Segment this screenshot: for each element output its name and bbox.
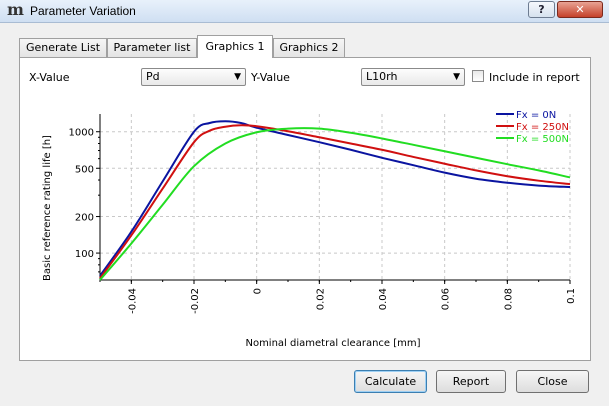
x-tick-label: 0.04 <box>378 288 389 310</box>
graphics-panel: X-Value Pd ▼ Y-Value L10rh ▼ Include in … <box>19 57 591 361</box>
legend-label: Fx = 500N <box>516 134 569 145</box>
title-bar: m Parameter Variation ? ✕ <box>0 0 609 23</box>
mesys-logo-icon: m <box>7 0 24 19</box>
x-tick-label: 0 <box>253 288 264 294</box>
close-window-button[interactable]: ✕ <box>557 1 603 18</box>
help-button[interactable]: ? <box>528 1 555 18</box>
tab-parameter-list[interactable]: Parameter list <box>107 38 197 57</box>
x-tick-label: 0.06 <box>441 288 452 310</box>
y-tick-label: 200 <box>75 213 94 224</box>
tab-graphics-1[interactable]: Graphics 1 <box>197 35 273 58</box>
x-tick-label: 0.1 <box>566 288 577 304</box>
report-button[interactable]: Report <box>436 370 506 393</box>
rating-life-chart: -0.04 -0.02 0 0.02 0.04 0.06 0.08 0.1 100 200 500 1… <box>42 110 577 349</box>
parameter-variation-window: m Parameter Variation ? ✕ Generate List … <box>0 0 609 406</box>
x-tick-label: 0.08 <box>503 288 514 310</box>
close-button[interactable]: Close <box>516 370 589 393</box>
x-tick-label: -0.04 <box>127 288 138 314</box>
x-tick-label: 0.02 <box>315 288 326 310</box>
series-line-1 <box>99 124 571 279</box>
y-tick-label: 100 <box>75 249 94 260</box>
y-tick-label: 1000 <box>69 128 94 139</box>
window-title: Parameter Variation <box>30 4 136 18</box>
legend-label: Fx = 0N <box>516 110 556 121</box>
tab-graphics-2[interactable]: Graphics 2 <box>273 38 345 57</box>
legend-label: Fx = 250N <box>516 122 569 133</box>
series-line-2 <box>99 127 571 281</box>
calculate-button[interactable]: Calculate <box>354 370 427 393</box>
x-tick-label: -0.02 <box>190 288 201 314</box>
x-axis-label: Nominal diametral clearance [mm] <box>245 338 420 349</box>
y-axis-label: Basic reference rating life [h] <box>42 135 53 281</box>
tab-generate-list[interactable]: Generate List <box>19 38 107 57</box>
y-tick-label: 500 <box>75 164 94 175</box>
